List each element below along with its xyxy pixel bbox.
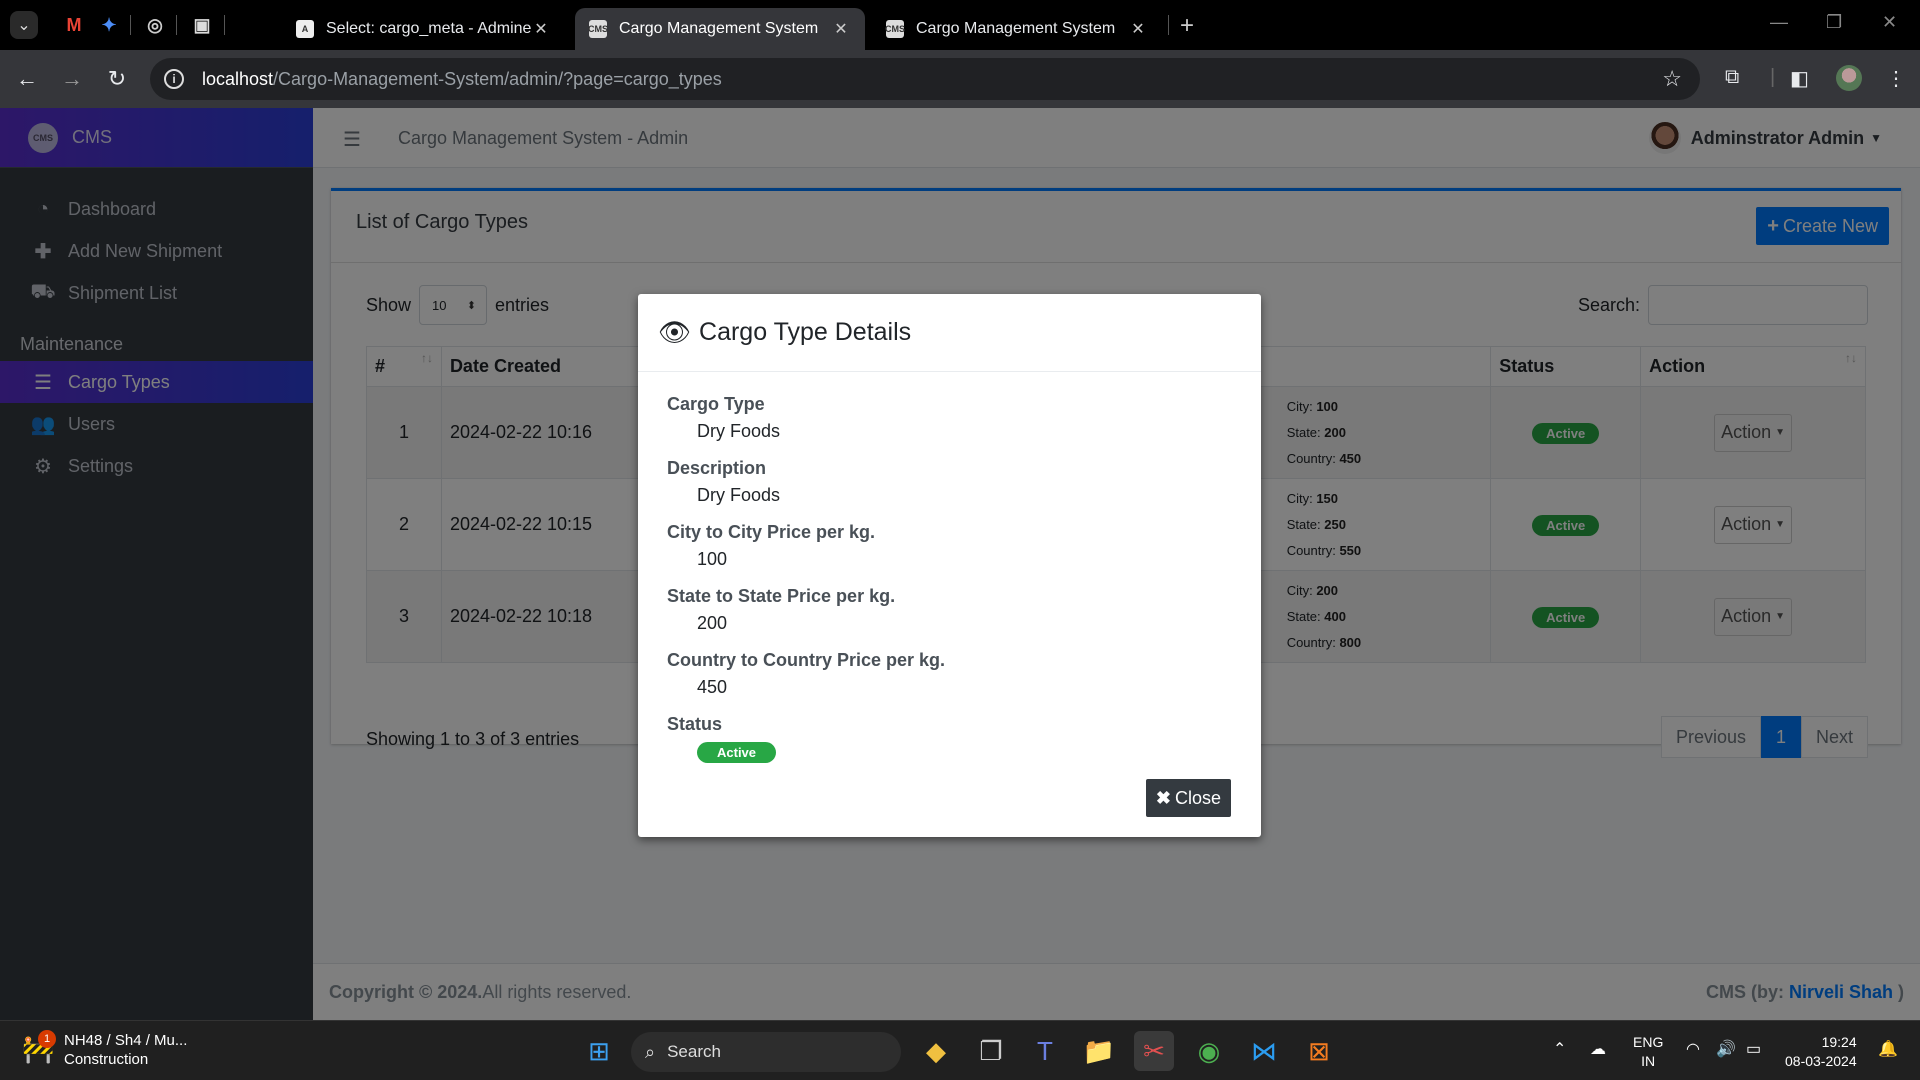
show-hidden-icons-icon[interactable]: ⌃	[1553, 1039, 1566, 1059]
window-close-icon[interactable]: ✕	[1882, 12, 1897, 33]
windows-start-icon[interactable]: ⊞	[579, 1031, 619, 1071]
back-icon[interactable]: ←	[12, 64, 42, 94]
battery-icon[interactable]: ▭	[1746, 1039, 1761, 1059]
field-value: 100	[697, 549, 728, 569]
restore-icon[interactable]: ❐	[1826, 12, 1842, 33]
file-explorer-icon[interactable]: 📁	[1079, 1031, 1119, 1071]
vscode-icon[interactable]: ⋈	[1244, 1031, 1284, 1071]
tab-cargo-active[interactable]: CMS Cargo Management System ✕	[575, 8, 865, 50]
close-tab-icon[interactable]: ✕	[1128, 19, 1148, 39]
field-label: Description	[667, 458, 767, 478]
address-bar[interactable]: i localhost/Cargo-Management-System/admi…	[150, 58, 1700, 100]
field-label: Status	[667, 714, 723, 734]
close-tab-icon[interactable]: ✕	[531, 19, 551, 39]
browser-toolbar: ← → ↻ i localhost/Cargo-Management-Syste…	[0, 50, 1920, 108]
tab-adminer[interactable]: A Select: cargo_meta - Adminer ✕	[282, 8, 565, 50]
search-icon: ⌕	[645, 1041, 656, 1062]
forward-icon[interactable]: →	[57, 64, 87, 94]
news-widget[interactable]: 🚧 1 NH48 / Sh4 / Mu... Construction	[22, 1030, 187, 1069]
new-tab-button[interactable]: +	[1180, 12, 1194, 40]
chatgpt-pinned-tab[interactable]: ◎	[141, 11, 169, 39]
extensions-icon[interactable]: ⧉	[1725, 66, 1739, 89]
field-value: 200	[697, 613, 728, 633]
gemini-pinned-tab[interactable]: ✦	[95, 11, 123, 39]
wifi-icon[interactable]: ◠	[1686, 1039, 1700, 1059]
chrome-menu-icon[interactable]: ⋮	[1886, 66, 1906, 91]
gmail-pinned-tab[interactable]: M	[60, 11, 88, 39]
close-tab-icon[interactable]: ✕	[831, 19, 851, 39]
close-button[interactable]: ✖ Close	[1145, 779, 1231, 817]
cargo-type-details-modal: 👁 Cargo Type Details Cargo Type Dry Food…	[638, 294, 1261, 837]
copilot-icon[interactable]: ◆	[916, 1031, 956, 1071]
traffic-icon: 🚧 1	[22, 1030, 56, 1066]
field-label: Cargo Type	[667, 394, 765, 414]
tab-cargo[interactable]: CMS Cargo Management System ✕	[872, 8, 1162, 50]
field-label: State to State Price per kg.	[667, 586, 896, 606]
url-text: localhost/Cargo-Management-System/admin/…	[202, 68, 722, 89]
site-info-icon[interactable]: i	[164, 69, 184, 89]
eye-icon: 👁	[658, 317, 692, 347]
onedrive-icon[interactable]: ☁	[1590, 1039, 1606, 1059]
language-indicator[interactable]: ENG IN	[1633, 1033, 1663, 1071]
task-view-icon[interactable]: ❐	[971, 1031, 1011, 1071]
tab-search-button[interactable]: ⌄	[10, 11, 38, 39]
teams-icon[interactable]: T	[1025, 1031, 1065, 1071]
modal-header: 👁 Cargo Type Details	[638, 294, 1261, 372]
pinned-tab[interactable]: ▣	[188, 11, 216, 39]
field-value: Dry Foods	[697, 485, 781, 505]
taskbar-search[interactable]: ⌕ Search	[631, 1032, 901, 1072]
field-value: Dry Foods	[697, 421, 781, 441]
notification-bell-icon[interactable]: 🔔	[1878, 1039, 1898, 1059]
volume-icon[interactable]: 🔊	[1716, 1039, 1736, 1059]
minimize-icon[interactable]: —	[1770, 12, 1788, 33]
xampp-icon[interactable]: ⊠	[1299, 1031, 1339, 1071]
snipping-tool-icon[interactable]: ✂	[1134, 1031, 1174, 1071]
cms-favicon: CMS	[885, 20, 905, 38]
field-value: 450	[697, 677, 728, 697]
windows-taskbar: 🚧 1 NH48 / Sh4 / Mu... Construction ⊞ ⌕ S…	[0, 1020, 1920, 1080]
reload-icon[interactable]: ↻	[102, 64, 132, 94]
modal-title: Cargo Type Details	[699, 318, 912, 346]
cms-favicon: CMS	[588, 20, 608, 38]
bookmark-star-icon[interactable]: ☆	[1662, 66, 1682, 92]
side-panel-icon[interactable]: ◧	[1790, 66, 1809, 91]
close-icon: ✖	[1155, 787, 1171, 808]
chrome-icon[interactable]: ◉	[1189, 1031, 1229, 1071]
field-label: Country to Country Price per kg.	[667, 650, 946, 670]
browser-tab-bar: ⌄ M ✦ ◎ ▣ A Select: cargo_meta - Adminer…	[0, 0, 1920, 50]
modal-body: Cargo Type Dry Foods Description Dry Foo…	[638, 372, 1261, 763]
profile-avatar[interactable]	[1836, 65, 1862, 91]
status-badge: Active	[697, 742, 777, 763]
clock[interactable]: 19:24 08-03-2024	[1785, 1033, 1857, 1071]
field-label: City to City Price per kg.	[667, 522, 876, 542]
adminer-favicon: A	[296, 20, 314, 38]
